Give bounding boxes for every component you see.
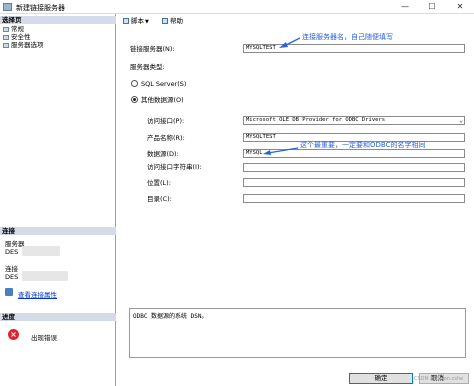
script-icon: [123, 18, 129, 24]
catalog-label: 目录(C):: [147, 195, 172, 203]
page-item-label: 服务器选项: [11, 41, 44, 49]
description-box: ODBC 数据源的系统 DSN。: [129, 308, 466, 358]
provider-label: 访问接口(P):: [147, 117, 185, 125]
product-name-label: 产品名称(R):: [147, 134, 185, 142]
properties-icon: [5, 288, 13, 296]
page-item-label: 常规: [11, 25, 24, 33]
page-icon: [3, 26, 9, 32]
chevron-down-icon: ⌄: [459, 117, 463, 124]
data-source-annotation: 这个最重要，一定要和ODBC的名字相同: [300, 141, 426, 149]
window-title: 新建链接服务器: [16, 4, 65, 12]
page-item-server-options[interactable]: 服务器选项: [3, 42, 44, 49]
location-input[interactable]: [243, 178, 465, 187]
catalog-input[interactable]: [243, 194, 465, 203]
other-source-radio[interactable]: [131, 96, 138, 103]
progress-header: 进度: [0, 313, 116, 321]
linked-server-label: 链接服务器(N):: [130, 45, 175, 53]
connection-label: 连接: [5, 265, 18, 273]
page-item-label: 安全性: [11, 33, 31, 41]
connection-header: 连接: [0, 227, 116, 235]
error-icon: ×: [8, 329, 19, 340]
provider-select[interactable]: Microsoft OLE DB Provider for ODBC Drive…: [243, 116, 465, 125]
redacted-connection: [22, 271, 68, 281]
close-button[interactable]: ✕: [448, 0, 472, 14]
left-pane: 选择页 常规 安全性 服务器选项 连接 服务器 DES 连接 DES 查看连接属…: [0, 14, 116, 386]
help-label: 帮助: [170, 17, 183, 25]
linked-server-input[interactable]: MYSQLTEST: [243, 44, 465, 53]
watermark: CSDN @Eason.cshe: [414, 376, 464, 382]
data-source-input[interactable]: MYSQL: [243, 149, 465, 158]
server-type-label: 服务器类型:: [130, 63, 165, 71]
sql-server-label: SQL Server(S): [141, 80, 187, 88]
script-label: 脚本: [131, 17, 144, 25]
app-icon: [3, 3, 12, 11]
sql-server-radio[interactable]: [131, 80, 138, 87]
help-button[interactable]: 帮助: [162, 17, 183, 25]
progress-status: 出现错误: [31, 334, 57, 342]
chevron-down-icon: ▼: [145, 19, 149, 25]
toolbar: 脚本▼ 帮助: [117, 14, 474, 28]
connection-value: DES: [5, 273, 19, 281]
page-item-security[interactable]: 安全性: [3, 34, 31, 41]
page-icon: [3, 42, 9, 48]
provider-string-label: 访问接口字符串(I):: [147, 163, 202, 171]
maximize-button[interactable]: ☐: [420, 0, 444, 14]
select-page-header: 选择页: [0, 16, 116, 24]
location-label: 位置(L):: [147, 179, 171, 187]
description-text: ODBC 数据源的系统 DSN。: [133, 313, 208, 320]
page-icon: [3, 34, 9, 40]
help-icon: [162, 18, 168, 24]
ok-button[interactable]: 确定: [349, 373, 413, 384]
provider-string-input[interactable]: [243, 163, 465, 172]
minimize-button[interactable]: —: [393, 0, 417, 14]
data-source-label: 数据源(D):: [147, 150, 179, 158]
provider-value: Microsoft OLE DB Provider for ODBC Drive…: [246, 117, 386, 123]
server-value: DES: [5, 248, 19, 256]
redacted-server: [22, 246, 60, 256]
page-item-general[interactable]: 常规: [3, 26, 24, 33]
view-connection-properties-link[interactable]: 查看连接属性: [18, 289, 57, 299]
server-name-annotation: 连接服务器名，自己随便填写: [302, 33, 393, 41]
script-button[interactable]: 脚本▼: [123, 17, 149, 25]
title-bar: 新建链接服务器 — ☐ ✕: [0, 0, 474, 14]
other-source-label: 其他数据源(O): [141, 96, 184, 104]
